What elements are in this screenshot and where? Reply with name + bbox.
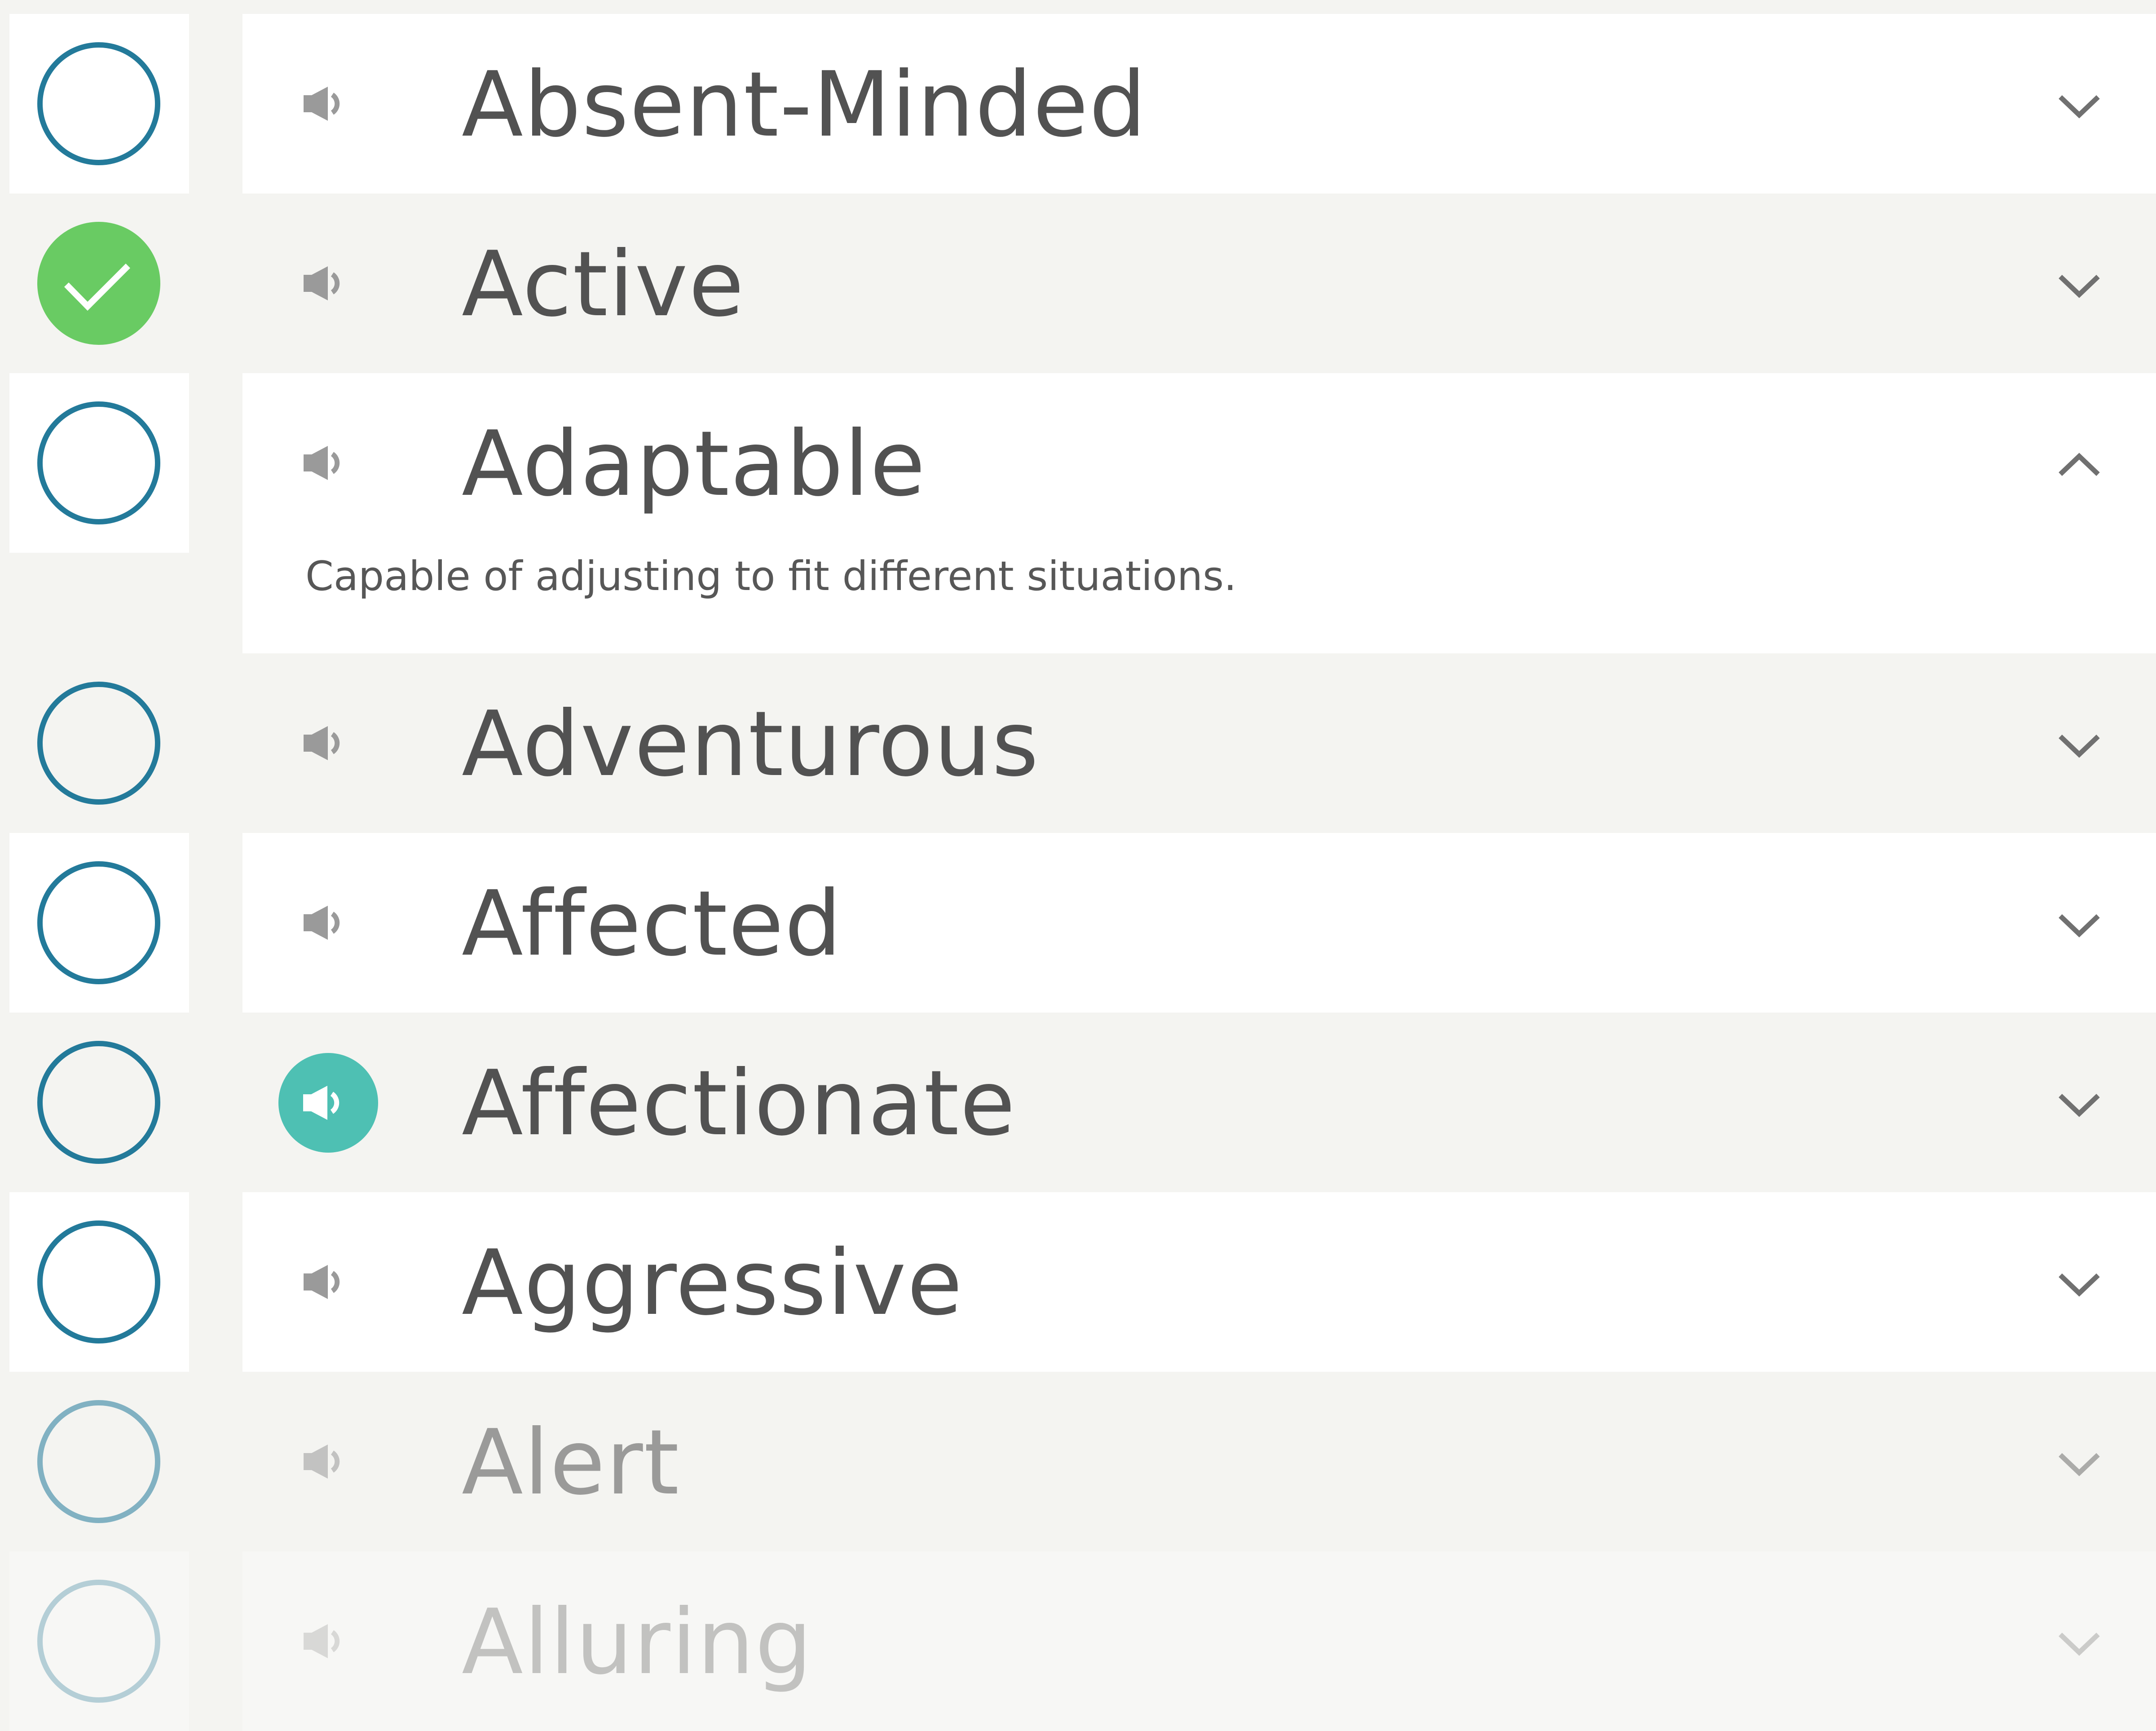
list-item: Alluring <box>0 1551 2156 1731</box>
play-audio-button[interactable] <box>287 1412 368 1511</box>
list-item: Adaptable Capable of adjusting to fit di… <box>0 373 2156 653</box>
word-label: Active <box>462 232 745 337</box>
chevron-down-icon[interactable] <box>2057 1091 2102 1118</box>
speaker-icon <box>304 266 340 300</box>
select-checkbox[interactable] <box>37 861 160 984</box>
word-label: Absent-Minded <box>462 53 1147 157</box>
list-item: Affected <box>0 833 2156 1013</box>
word-label: Affectionate <box>462 1051 1016 1156</box>
list-item: Adventurous <box>0 653 2156 833</box>
list-item: Affectionate <box>0 1013 2156 1192</box>
word-label: Affected <box>462 872 842 976</box>
word-label: Alert <box>462 1410 680 1515</box>
select-checkbox[interactable] <box>37 1580 160 1703</box>
play-audio-button[interactable] <box>287 694 368 793</box>
select-checkbox[interactable] <box>37 401 160 524</box>
list-item: Aggressive <box>0 1192 2156 1372</box>
play-audio-button[interactable] <box>287 873 368 972</box>
select-checkbox[interactable] <box>37 1041 160 1164</box>
speaker-icon <box>304 1624 340 1658</box>
speaker-icon <box>304 1265 340 1299</box>
play-audio-button[interactable] <box>287 54 368 153</box>
select-checkbox[interactable] <box>37 1220 160 1343</box>
chevron-down-icon[interactable] <box>2057 1450 2102 1477</box>
word-definition: Capable of adjusting to fit different si… <box>305 553 1237 600</box>
play-audio-button[interactable] <box>287 234 368 333</box>
play-audio-button[interactable] <box>287 1233 368 1331</box>
play-audio-button[interactable] <box>278 1053 378 1153</box>
chevron-down-icon[interactable] <box>2057 272 2102 299</box>
chevron-down-icon[interactable] <box>2057 1630 2102 1657</box>
speaker-icon <box>304 87 340 121</box>
word-label: Aggressive <box>462 1231 963 1335</box>
list-item: Alert <box>0 1372 2156 1551</box>
chevron-down-icon[interactable] <box>2057 732 2102 759</box>
word-list: Absent-Minded Active Adaptable Capable o… <box>0 0 2156 1731</box>
speaker-icon <box>304 906 340 940</box>
chevron-down-icon[interactable] <box>2057 912 2102 938</box>
chevron-up-icon[interactable] <box>2057 452 2102 479</box>
play-audio-button[interactable] <box>287 1592 368 1691</box>
list-item: Absent-Minded <box>0 14 2156 194</box>
list-item: Active <box>0 194 2156 373</box>
chevron-down-icon[interactable] <box>2057 1271 2102 1298</box>
speaker-icon <box>304 446 340 480</box>
word-label: Adventurous <box>462 692 1040 797</box>
checkmark-icon <box>64 264 130 311</box>
speaker-icon <box>303 1086 339 1120</box>
play-audio-button[interactable] <box>287 414 368 512</box>
speaker-icon <box>304 1445 340 1479</box>
select-checkbox[interactable] <box>37 222 160 345</box>
chevron-down-icon[interactable] <box>2057 92 2102 119</box>
word-label: Adaptable <box>462 412 926 516</box>
select-checkbox[interactable] <box>37 42 160 165</box>
select-checkbox[interactable] <box>37 1400 160 1523</box>
speaker-icon <box>304 726 340 760</box>
select-checkbox[interactable] <box>37 682 160 805</box>
word-label: Alluring <box>462 1590 813 1695</box>
